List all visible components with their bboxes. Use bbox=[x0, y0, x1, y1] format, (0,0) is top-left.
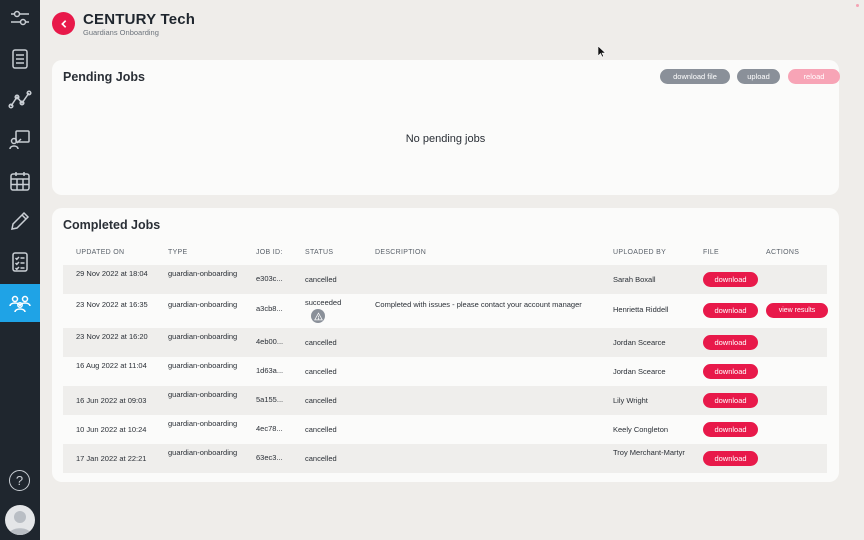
updated-on-cell: 16 Aug 2022 at 11:04 bbox=[76, 361, 147, 370]
table-row: 23 Nov 2022 at 16:35 guardian-onboarding… bbox=[63, 294, 828, 327]
nav-list[interactable] bbox=[0, 40, 40, 78]
download-button[interactable]: download bbox=[703, 451, 758, 466]
col-job-id[interactable]: JOB ID: bbox=[256, 249, 283, 256]
status-cell: cancelled bbox=[305, 367, 337, 376]
sliders-icon bbox=[11, 10, 29, 26]
completed-jobs-title: Completed Jobs bbox=[63, 218, 161, 232]
empty-state-message: No pending jobs bbox=[405, 133, 486, 145]
status-cell: cancelled bbox=[305, 275, 337, 284]
list-icon bbox=[12, 49, 28, 69]
users-icon bbox=[9, 295, 31, 313]
type-cell: guardian-onboarding bbox=[168, 419, 238, 428]
updated-on-cell: 29 Nov 2022 at 18:04 bbox=[76, 269, 148, 278]
back-button[interactable] bbox=[52, 12, 75, 35]
completed-jobs-card: Completed Jobs UPDATED ON TYPE JOB ID: S… bbox=[52, 208, 839, 482]
job-id-cell: 63ec3... bbox=[256, 453, 283, 462]
download-button[interactable]: download bbox=[703, 335, 758, 350]
col-actions: ACTIONS bbox=[766, 249, 800, 256]
user-silhouette-icon bbox=[9, 511, 31, 535]
type-cell: guardian-onboarding bbox=[168, 269, 238, 278]
warning-icon[interactable] bbox=[311, 309, 325, 323]
download-button[interactable]: download bbox=[703, 364, 758, 379]
page-subtitle: Guardians Onboarding bbox=[83, 28, 159, 37]
nav-graph[interactable] bbox=[0, 81, 40, 119]
col-status[interactable]: STATUS bbox=[305, 249, 333, 256]
table-row: 16 Aug 2022 at 11:04 guardian-onboarding… bbox=[63, 357, 827, 386]
reload-button[interactable]: reload bbox=[788, 69, 840, 84]
uploaded-by-cell: Sarah Boxall bbox=[613, 275, 656, 284]
updated-on-cell: 23 Nov 2022 at 16:20 bbox=[76, 332, 148, 341]
job-id-cell: e303c... bbox=[256, 274, 283, 283]
status-cell: cancelled bbox=[305, 338, 337, 347]
job-id-cell: 4ec78... bbox=[256, 424, 283, 433]
type-cell: guardian-onboarding bbox=[168, 448, 238, 457]
col-uploaded-by[interactable]: UPLOADED BY bbox=[613, 249, 666, 256]
uploaded-by-cell: Jordan Scearce bbox=[613, 338, 666, 347]
type-cell: guardian-onboarding bbox=[168, 361, 238, 370]
status-cell: cancelled bbox=[305, 425, 337, 434]
uploaded-by-cell: Jordan Scearce bbox=[613, 367, 666, 376]
col-file: FILE bbox=[703, 249, 719, 256]
download-button[interactable]: download bbox=[703, 393, 758, 408]
upload-button[interactable]: upload bbox=[737, 69, 780, 84]
uploaded-by-cell: Keely Congleton bbox=[613, 425, 669, 434]
page-title: CENTURY Tech bbox=[83, 11, 196, 28]
table-row: 17 Jan 2022 at 22:21 guardian-onboarding… bbox=[63, 444, 827, 473]
col-updated-on[interactable]: UPDATED ON bbox=[76, 249, 124, 256]
status-cell: cancelled bbox=[305, 454, 337, 463]
col-description[interactable]: DESCRIPTION bbox=[375, 249, 426, 256]
description-cell: Completed with issues - please contact y… bbox=[375, 300, 582, 309]
avatar[interactable] bbox=[5, 505, 35, 535]
job-id-cell: a3cb8... bbox=[256, 304, 283, 313]
uploaded-by-cell: Henrietta Riddell bbox=[613, 305, 669, 314]
view-results-button[interactable]: view results bbox=[766, 303, 828, 318]
col-type[interactable]: TYPE bbox=[168, 249, 187, 256]
updated-on-cell: 10 Jun 2022 at 10:24 bbox=[76, 425, 147, 434]
uploaded-by-cell: Troy Merchant-Martyr bbox=[613, 448, 685, 457]
pending-jobs-title: Pending Jobs bbox=[63, 70, 145, 84]
nav-calendar[interactable] bbox=[0, 162, 40, 200]
corner-dot bbox=[856, 4, 859, 7]
status-cell: succeeded bbox=[305, 298, 342, 307]
sidebar: ? bbox=[0, 0, 40, 540]
help-icon[interactable]: ? bbox=[9, 470, 30, 491]
download-file-button[interactable]: download file bbox=[660, 69, 730, 84]
nav-pencil[interactable] bbox=[0, 202, 40, 240]
nav-presentation[interactable] bbox=[0, 121, 40, 159]
job-id-cell: 5a155... bbox=[256, 395, 284, 404]
type-cell: guardian-onboarding bbox=[168, 300, 238, 309]
table-row: 23 Nov 2022 at 16:20 guardian-onboarding… bbox=[63, 328, 827, 357]
status-cell: cancelled bbox=[305, 396, 337, 405]
updated-on-cell: 16 Jun 2022 at 09:03 bbox=[76, 396, 147, 405]
updated-on-cell: 17 Jan 2022 at 22:21 bbox=[76, 454, 147, 463]
table-row: 16 Jun 2022 at 09:03 guardian-onboarding… bbox=[63, 386, 827, 415]
updated-on-cell: 23 Nov 2022 at 16:35 bbox=[76, 300, 148, 309]
type-cell: guardian-onboarding bbox=[168, 332, 238, 341]
download-button[interactable]: download bbox=[703, 303, 758, 318]
table-row: 29 Nov 2022 at 18:04 guardian-onboarding… bbox=[63, 265, 827, 294]
graph-icon bbox=[8, 90, 32, 109]
download-button[interactable]: download bbox=[703, 422, 758, 437]
download-button[interactable]: download bbox=[703, 272, 758, 287]
uploaded-by-cell: Lily Wright bbox=[613, 396, 648, 405]
presentation-icon bbox=[9, 130, 30, 150]
calendar-icon bbox=[10, 172, 30, 191]
nav-users[interactable] bbox=[0, 284, 40, 322]
chevron-left-icon bbox=[60, 19, 66, 28]
mouse-cursor-icon bbox=[598, 46, 606, 58]
pencil-icon bbox=[11, 211, 30, 230]
job-id-cell: 4eb00... bbox=[256, 337, 284, 346]
job-id-cell: 1d63a... bbox=[256, 366, 284, 375]
nav-sliders[interactable] bbox=[0, 0, 40, 38]
checklist-icon bbox=[12, 252, 28, 272]
table-row: 10 Jun 2022 at 10:24 guardian-onboarding… bbox=[63, 415, 827, 444]
type-cell: guardian-onboarding bbox=[168, 390, 238, 399]
pending-jobs-card: Pending Jobs download file upload reload… bbox=[52, 60, 840, 195]
nav-checklist[interactable] bbox=[0, 243, 40, 281]
